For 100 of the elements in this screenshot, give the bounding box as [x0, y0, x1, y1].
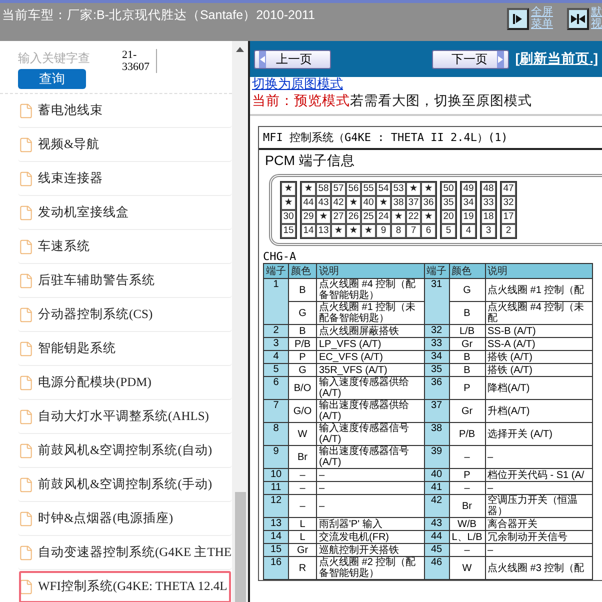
mode-hint: 若需看大图，切换至原图模式	[350, 93, 532, 108]
wire-color-cell: W/B	[449, 518, 485, 530]
wire-color-cell: –	[449, 446, 485, 468]
document-icon	[18, 136, 34, 152]
wire-color-cell: L	[288, 518, 316, 530]
pin-number-cell: 16	[264, 556, 288, 580]
connector-pin: 35	[441, 196, 456, 210]
connector-pin: ★	[316, 210, 331, 224]
description-cell: 35R_VFS (A/T)	[316, 364, 424, 376]
wire-color-cell: Br	[288, 446, 316, 468]
description-cell: SS-B (A/T)	[485, 324, 592, 338]
description-cell: –	[316, 482, 424, 494]
connector-pin: 3	[481, 224, 496, 238]
split-icon[interactable]	[567, 8, 589, 30]
wire-color-cell: B	[288, 324, 316, 338]
connector-pin: 49	[461, 182, 476, 196]
menu-item[interactable]: WFI控制系统(G4KE: THETA 12.4L	[18, 570, 232, 602]
connector-pin: 7	[406, 224, 421, 238]
description-cell: 输入速度传感器信号 (A/T)	[316, 422, 424, 446]
connector-pin: ★	[376, 196, 391, 210]
description-cell: –	[485, 544, 592, 556]
description-cell: LP_VFS (A/T)	[316, 338, 424, 350]
pin-number-cell: 38	[424, 422, 449, 446]
wire-color-cell: –	[449, 544, 485, 556]
document-icon	[18, 544, 34, 560]
description-cell: 输出速度传感器供给 (A/T)	[316, 400, 424, 422]
wire-color-cell: B	[288, 278, 316, 302]
connector-pin: ★	[281, 182, 296, 196]
expand-icon[interactable]	[507, 8, 529, 30]
wire-color-cell: G/O	[288, 400, 316, 422]
scrollbar[interactable]	[232, 41, 248, 602]
document-icon	[18, 374, 34, 390]
connector-pin: 44	[301, 196, 316, 210]
switch-mode-link[interactable]: 切换为原图模式	[250, 77, 602, 90]
column-header: 说明	[485, 264, 592, 278]
document-icon	[18, 476, 34, 492]
connector-pin: 54	[376, 182, 391, 196]
column-header: 颜色	[449, 264, 485, 278]
description-cell: –	[485, 446, 592, 468]
description-cell: 档位开关代码 - S1 (A/	[485, 468, 592, 482]
description-cell: 离合器开关	[485, 518, 592, 530]
query-button[interactable]: 查询	[18, 69, 86, 89]
wire-color-cell: Gr	[288, 544, 316, 556]
column-header: 端子	[264, 264, 288, 278]
connector-pin: 42	[331, 196, 346, 210]
connector-pin: 37	[406, 196, 421, 210]
connector-pin: 26	[346, 210, 361, 224]
description-cell: 升档(A/T)	[485, 400, 592, 422]
connector-pin: ★	[331, 224, 346, 238]
pin-number-cell: 46	[424, 556, 449, 580]
description-cell: 点火线圈 #2 控制（配备智能钥匙）	[316, 556, 424, 580]
pin-number-cell: 2	[264, 324, 288, 338]
wire-color-cell: B	[449, 350, 485, 364]
connector-pin: ★	[361, 224, 376, 238]
description-cell: SS-A (A/T)	[485, 338, 592, 350]
connector-pin: ★	[281, 196, 296, 210]
description-cell: 雨刮器'P' 输入	[316, 518, 424, 530]
previous-page-button[interactable]: 上一页	[254, 50, 331, 68]
wire-color-cell: L/B	[449, 324, 485, 338]
document-icon	[18, 408, 34, 424]
description-cell: 点火线圈 #3 控制（配	[485, 556, 592, 580]
connector-pin: 55	[361, 182, 376, 196]
pin-number-cell: 39	[424, 446, 449, 468]
description-cell: 选择开关 (A/T)	[485, 422, 592, 446]
description-cell: 冗余制动开关信号	[485, 530, 592, 544]
connector-pin: 5	[441, 224, 456, 238]
pin-number-cell: 11	[264, 482, 288, 494]
connector-pin: ★	[421, 210, 436, 224]
next-page-button[interactable]: 下一页	[432, 50, 510, 68]
connector-pin: 29	[301, 210, 316, 224]
connector-label: CHG-A	[262, 250, 298, 263]
document-icon	[18, 272, 34, 288]
connector-pin: 27	[331, 210, 346, 224]
connector-pin: 17	[501, 210, 516, 224]
wire-color-cell: –	[288, 482, 316, 494]
description-cell: EC_VFS (A/T)	[316, 350, 424, 364]
connector-pin: 9	[376, 224, 391, 238]
connector-pin: 58	[316, 182, 331, 196]
description-cell: 搭铁 (A/T)	[485, 364, 592, 376]
connector-pin: 50	[441, 182, 456, 196]
description-cell: 点火线圈屏蔽搭铁	[316, 324, 424, 338]
description-cell: 巡航控制开关搭铁	[316, 544, 424, 556]
connector-pin: ★	[406, 182, 421, 196]
refresh-link[interactable]: [刷新当前页.]	[515, 50, 598, 68]
wire-color-cell: B/O	[288, 376, 316, 400]
wire-color-cell: –	[288, 468, 316, 482]
wire-color-cell: Gr	[449, 338, 485, 350]
connector-pin: 57	[331, 182, 346, 196]
mode-label: 当前：预览模式	[252, 93, 350, 108]
connector-pin: 33	[481, 196, 496, 210]
connector-pin: 43	[316, 196, 331, 210]
pin-number-cell: 37	[424, 400, 449, 422]
connector-pin: 4	[461, 224, 476, 238]
document-subtitle: PCM 端子信息	[264, 152, 356, 170]
connector-pin: 53	[391, 182, 406, 196]
description-cell: 点火线圈 #4 控制（配备智能钥匙）	[316, 278, 424, 302]
pin-number-cell: 15	[264, 544, 288, 556]
document-icon	[18, 170, 34, 186]
pin-number-cell: 8	[264, 422, 288, 446]
pin-number-cell: 4	[264, 350, 288, 364]
